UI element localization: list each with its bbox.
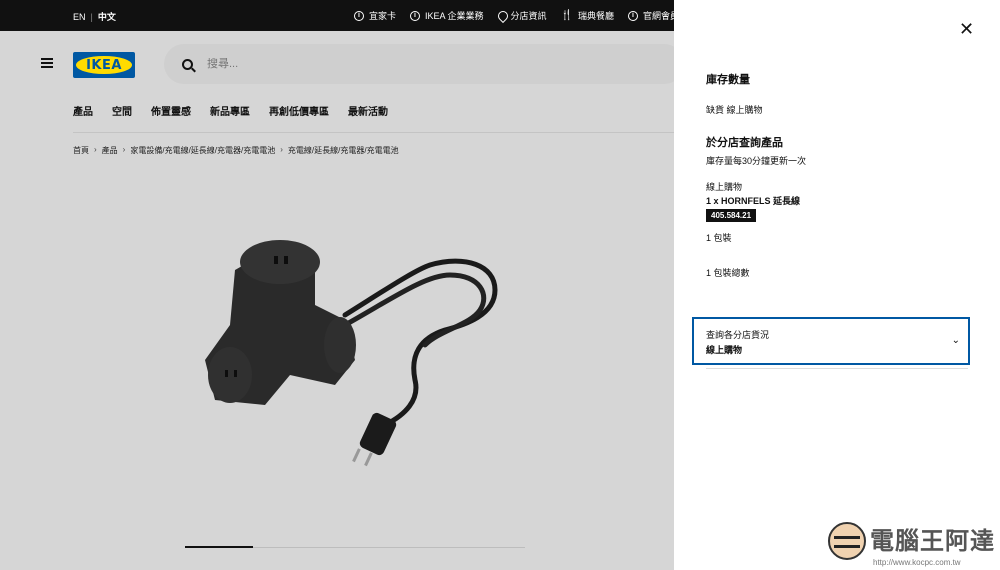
select-label: 查詢各分店貨況 bbox=[706, 330, 770, 340]
toplink-label: IKEA 企業業務 bbox=[425, 11, 484, 21]
toplink-stores[interactable]: 分店資訊 bbox=[498, 9, 547, 22]
breadcrumb-appliances[interactable]: 家電設備/充電線/延長線/充電器/充電電池 bbox=[130, 145, 275, 156]
info-circle-icon: i bbox=[628, 10, 639, 21]
select-value: 線上購物 bbox=[706, 345, 743, 355]
article-number-badge: 405.584.21 bbox=[706, 209, 757, 222]
lang-zh-link[interactable]: 中文 bbox=[98, 10, 116, 23]
chevron-right-icon: › bbox=[280, 145, 283, 154]
nav-divider bbox=[73, 132, 693, 133]
toplink-label: 宜家卡 bbox=[369, 11, 397, 21]
nav-item-rooms[interactable]: 空間 bbox=[112, 103, 132, 118]
package-count: 1 包裝 bbox=[706, 233, 732, 243]
nav-item-lower-price[interactable]: 再創低價專區 bbox=[269, 103, 329, 118]
channel-label: 線上購物 bbox=[706, 182, 743, 192]
info-circle-icon: i bbox=[410, 10, 421, 21]
store-query-title: 於分店查詢產品 bbox=[706, 137, 783, 149]
store-availability-select[interactable]: 查詢各分店貨況 線上購物 ⌄ bbox=[692, 317, 970, 365]
watermark-url: http://www.kocpc.com.tw bbox=[873, 558, 961, 567]
lang-en-link[interactable]: EN bbox=[73, 12, 86, 22]
nav-item-products[interactable]: 產品 bbox=[73, 103, 93, 118]
stock-title: 庫存數量 bbox=[706, 74, 750, 86]
location-pin-icon bbox=[498, 11, 506, 21]
search-icon[interactable] bbox=[182, 58, 193, 70]
top-links: i 宜家卡 i IKEA 企業業務 分店資訊 🍴 瑞典餐廳 i 官網會員註 bbox=[354, 9, 688, 22]
chevron-right-icon: › bbox=[122, 145, 126, 154]
product-image[interactable] bbox=[195, 230, 515, 480]
search-bar[interactable] bbox=[164, 44, 684, 84]
product-line: 1 x HORNFELS 延長線 bbox=[706, 196, 801, 206]
logo-text: IKEA bbox=[76, 56, 132, 74]
ikea-logo[interactable]: IKEA bbox=[73, 52, 135, 78]
nav-item-new[interactable]: 新品專區 bbox=[210, 103, 250, 118]
update-note: 庫存量每30分鐘更新一次 bbox=[706, 156, 807, 166]
watermark-logo: 電腦王阿達 http://www.kocpc.com.tw bbox=[828, 522, 995, 567]
toplink-label: 分店資訊 bbox=[510, 11, 547, 21]
package-total: 1 包裝總數 bbox=[706, 268, 750, 278]
fork-knife-icon: 🍴 bbox=[560, 9, 573, 21]
stock-panel: ✕ 庫存數量 缺貨 線上購物 於分店查詢產品 庫存量每30分鐘更新一次 線上購物… bbox=[674, 0, 1000, 570]
breadcrumb: 首頁 › 產品 › 家電設備/充電線/延長線/充電器/充電電池 › 充電線/延長… bbox=[73, 145, 399, 156]
nav-item-inspiration[interactable]: 佈置靈感 bbox=[151, 103, 191, 118]
main-nav: 產品 空間 佈置靈感 新品專區 再創低價專區 最新活動 bbox=[73, 103, 388, 118]
nav-item-events[interactable]: 最新活動 bbox=[348, 103, 388, 118]
toplink-ikea-card[interactable]: i 宜家卡 bbox=[354, 9, 396, 22]
breadcrumb-chargers[interactable]: 充電線/延長線/充電器/充電電池 bbox=[288, 145, 399, 156]
menu-hamburger-icon[interactable] bbox=[41, 58, 53, 68]
close-icon[interactable]: ✕ bbox=[959, 20, 974, 38]
language-switcher: EN | 中文 bbox=[73, 10, 116, 23]
toplink-restaurant[interactable]: 🍴 瑞典餐廳 bbox=[561, 9, 614, 22]
mascot-face-icon bbox=[828, 522, 866, 560]
breadcrumb-home[interactable]: 首頁 bbox=[73, 145, 89, 156]
breadcrumb-products[interactable]: 產品 bbox=[102, 145, 118, 156]
chevron-right-icon: › bbox=[94, 145, 97, 154]
stock-status: 缺貨 線上購物 bbox=[706, 105, 763, 115]
info-circle-icon: i bbox=[354, 10, 364, 21]
chevron-down-icon: ⌄ bbox=[951, 335, 960, 346]
select-underline bbox=[706, 368, 968, 369]
search-input[interactable] bbox=[207, 58, 507, 70]
toplink-label: 瑞典餐廳 bbox=[578, 11, 615, 21]
lang-separator: | bbox=[90, 11, 93, 22]
watermark-title: 電腦王阿達 bbox=[870, 527, 995, 555]
carousel-position-indicator[interactable] bbox=[185, 546, 253, 548]
toplink-business[interactable]: i IKEA 企業業務 bbox=[410, 9, 484, 22]
